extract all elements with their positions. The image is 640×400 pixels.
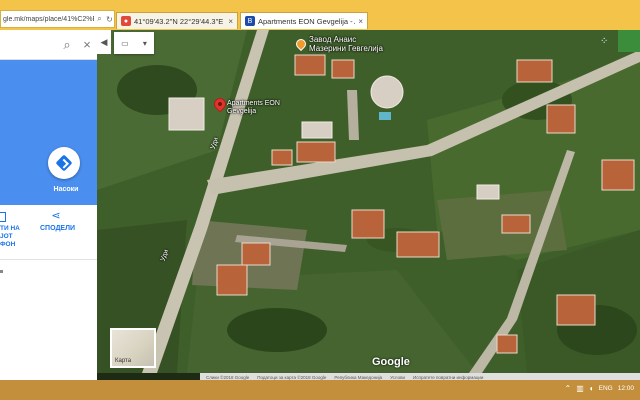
directions-button[interactable] xyxy=(48,147,80,179)
close-icon[interactable]: × xyxy=(77,35,97,55)
search-icon[interactable]: ⌕ xyxy=(95,14,104,24)
attribution-item: Република Македонија xyxy=(334,374,383,380)
map-label-place[interactable]: Завод Анаис Мазерини Гевгелија xyxy=(309,35,383,53)
avatar[interactable] xyxy=(618,30,640,52)
tab-label: Apartments EON Gevgelija - A... xyxy=(258,16,356,26)
map-type-label: Карта xyxy=(115,358,132,364)
attribution-item: Слики ©2018 Google xyxy=(206,374,250,380)
google-logo: Google xyxy=(372,356,410,368)
place-header xyxy=(0,60,97,205)
booking-icon: B xyxy=(245,16,255,26)
action-row: ТИ НА ЈОТ ФОН ⋖ СПОДЕЛИ xyxy=(0,205,97,260)
attribution-item[interactable]: Услови xyxy=(390,375,405,380)
send-to-phone-icon[interactable] xyxy=(0,212,6,222)
browser-tab-strip: gle.mk/maps/place/41%C2%B00 ⌕ ↻ ● 41°09'… xyxy=(0,0,640,30)
map-type-switcher[interactable]: Карта xyxy=(110,328,156,368)
directions-icon xyxy=(55,154,73,172)
clock[interactable]: 12:00 xyxy=(618,385,634,392)
refresh-icon[interactable]: ↻ xyxy=(105,15,114,24)
directions-label: Насоки xyxy=(53,186,79,193)
satellite-map[interactable]: ◀ ▭ ▾ ⁘ Завод Анаис Мазерини Гевгелија A… xyxy=(97,30,640,373)
volume-icon[interactable]: ◖ xyxy=(589,384,594,393)
map-toolbar[interactable]: ▭ ▾ xyxy=(114,32,154,54)
tab-map-coordinates[interactable]: ● 41°09'43.2"N 22°29'44.3"E - ... × xyxy=(116,12,238,29)
address-bar[interactable]: gle.mk/maps/place/41%C2%B00 ⌕ ↻ xyxy=(0,10,115,28)
chevron-up-icon[interactable]: ⌃ xyxy=(565,384,572,393)
send-to-phone-text: ТИ НА ЈОТ ФОН xyxy=(0,225,20,248)
apps-grid-icon[interactable]: ⁘ xyxy=(600,37,610,47)
search-icon[interactable]: ⌕ xyxy=(57,35,77,55)
taskbar: ⌃ ▥ ◖ ENG 12:00 xyxy=(0,380,640,400)
chevron-down-icon[interactable]: ▾ xyxy=(143,39,147,48)
keyboard-icon[interactable]: ▭ xyxy=(121,39,129,48)
search-row: ⌕ × xyxy=(0,30,97,60)
map-pin-icon: ● xyxy=(121,16,131,26)
language-indicator[interactable]: ENG xyxy=(599,385,613,392)
close-icon[interactable]: × xyxy=(228,17,233,26)
network-icon[interactable]: ▥ xyxy=(576,384,584,393)
tab-label: 41°09'43.2"N 22°29'44.3"E - ... xyxy=(134,16,225,26)
map-label-apartments[interactable]: Apartments EON Gevgelija xyxy=(227,100,280,116)
tab-apartments-eon[interactable]: B Apartments EON Gevgelija - A... × xyxy=(240,12,368,29)
attribution-item[interactable]: Податоци за карта ©2018 Google xyxy=(257,375,326,380)
close-icon[interactable]: × xyxy=(358,17,363,26)
attribution-item[interactable]: Испратете повратни информации xyxy=(413,375,483,380)
share-label[interactable]: СПОДЕЛИ xyxy=(40,225,75,232)
maps-sidebar: ⌕ × Насоки ТИ НА ЈОТ ФОН ⋖ СПОДЕЛИ xyxy=(0,30,97,380)
list-bullet xyxy=(0,270,3,273)
share-icon[interactable]: ⋖ xyxy=(50,210,62,222)
satellite-imagery xyxy=(97,30,640,373)
system-tray: ⌃ ▥ ◖ ENG 12:00 xyxy=(565,384,634,393)
address-text: gle.mk/maps/place/41%C2%B00 xyxy=(3,15,94,23)
collapse-sidebar-button[interactable]: ◀ xyxy=(97,30,111,54)
send-to-phone-label[interactable]: ТИ НА ЈОТ ФОН xyxy=(0,225,26,249)
